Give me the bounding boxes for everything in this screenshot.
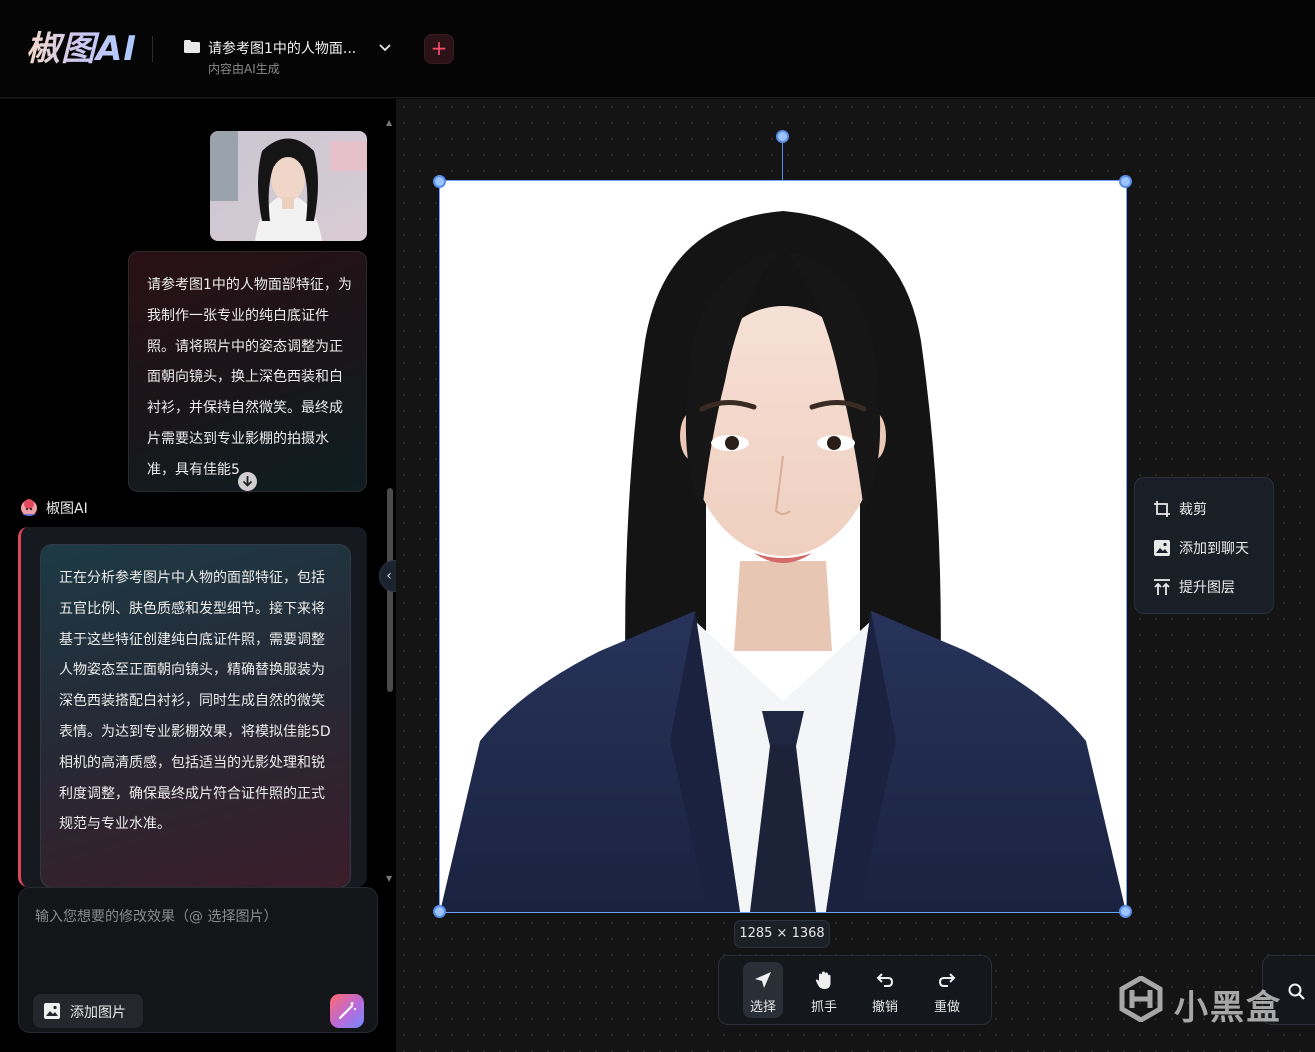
chevron-down-icon[interactable] xyxy=(378,40,392,54)
crop-icon xyxy=(1154,501,1170,517)
canvas-toolbar: 选择 抓手 撤销 重做 xyxy=(718,955,992,1025)
image-context-menu: 裁剪 添加到聊天 提升图层 xyxy=(1134,477,1274,614)
resize-handle-top-left[interactable] xyxy=(433,175,446,188)
watermark-text: 小黑盒 xyxy=(1174,988,1282,1028)
generated-photo[interactable] xyxy=(439,180,1127,913)
new-project-button[interactable]: + xyxy=(424,34,454,64)
app-logo[interactable]: 椒图AI xyxy=(26,28,137,70)
ai-response-container: 正在分析参考图片中人物的面部特征，包括五官比例、肤色质感和发型细节。接下来将基于… xyxy=(18,527,367,887)
prompt-input[interactable] xyxy=(35,906,365,966)
project-title[interactable]: 请参考图1中的人物面... xyxy=(208,38,356,58)
undo-label: 撤销 xyxy=(871,1000,898,1015)
watermark: 小黑盒 xyxy=(1118,975,1308,1028)
undo-icon xyxy=(876,973,894,987)
magic-wand-button[interactable] xyxy=(330,994,364,1028)
project-subtitle: 内容由AI生成 xyxy=(208,62,280,76)
add-image-label: 添加图片 xyxy=(70,1005,126,1021)
divider xyxy=(152,36,153,62)
layer-up-icon xyxy=(1154,579,1170,595)
resize-handle-bottom-left[interactable] xyxy=(433,905,446,918)
user-message-text: 请参考图1中的人物面部特征，为我制作一张专业的纯白底证件照。请将照片中的姿态调整… xyxy=(147,277,352,478)
ai-message-bubble: 正在分析参考图片中人物的面部特征，包括五官比例、肤色质感和发型细节。接下来将基于… xyxy=(40,544,351,887)
image-icon xyxy=(1154,540,1170,556)
ai-name-label: 椒图AI xyxy=(46,501,88,517)
resize-handle-bottom-right[interactable] xyxy=(1119,905,1132,918)
hand-tool-button[interactable]: 抓手 xyxy=(804,962,844,1018)
crop-label: 裁剪 xyxy=(1179,502,1207,518)
undo-button[interactable]: 撤销 xyxy=(865,962,905,1018)
cursor-icon xyxy=(755,972,771,988)
raise-layer-label: 提升图层 xyxy=(1179,580,1235,596)
redo-button[interactable]: 重做 xyxy=(927,962,967,1018)
ai-message-text: 正在分析参考图片中人物的面部特征，包括五官比例、肤色质感和发型细节。接下来将基于… xyxy=(59,570,331,833)
image-size-badge: 1285 × 1368 xyxy=(734,920,830,948)
scroll-up-arrow[interactable]: ▲ xyxy=(386,118,392,127)
raise-layer-menu-item[interactable]: 提升图层 xyxy=(1135,574,1275,600)
add-image-button[interactable]: 添加图片 xyxy=(33,994,143,1028)
scroll-to-bottom-button[interactable] xyxy=(238,472,257,491)
hand-icon xyxy=(815,971,831,989)
ai-avatar-icon xyxy=(21,499,37,516)
select-tool-label: 选择 xyxy=(749,1000,776,1015)
redo-icon xyxy=(938,973,956,987)
reference-image-thumbnail[interactable] xyxy=(210,131,367,241)
top-bar: 椒图AI 请参考图1中的人物面... 内容由AI生成 + xyxy=(0,0,1315,98)
add-to-chat-label: 添加到聊天 xyxy=(1179,541,1249,557)
select-tool-button[interactable]: 选择 xyxy=(743,962,783,1018)
user-message-bubble: 请参考图1中的人物面部特征，为我制作一张专业的纯白底证件照。请将照片中的姿态调整… xyxy=(128,251,367,492)
prompt-input-container: 添加图片 xyxy=(18,887,378,1033)
hand-tool-label: 抓手 xyxy=(810,1000,837,1015)
crop-menu-item[interactable]: 裁剪 xyxy=(1135,496,1275,522)
rotate-handle[interactable] xyxy=(776,130,789,143)
rotation-line xyxy=(782,143,783,181)
magic-wand-icon xyxy=(338,1002,356,1020)
redo-label: 重做 xyxy=(933,1000,960,1015)
watermark-logo-icon xyxy=(1119,975,1163,1023)
add-to-chat-menu-item[interactable]: 添加到聊天 xyxy=(1135,535,1275,561)
folder-icon xyxy=(184,40,200,53)
resize-handle-top-right[interactable] xyxy=(1119,175,1132,188)
image-icon xyxy=(44,1003,60,1019)
scroll-down-arrow[interactable]: ▼ xyxy=(386,874,392,883)
